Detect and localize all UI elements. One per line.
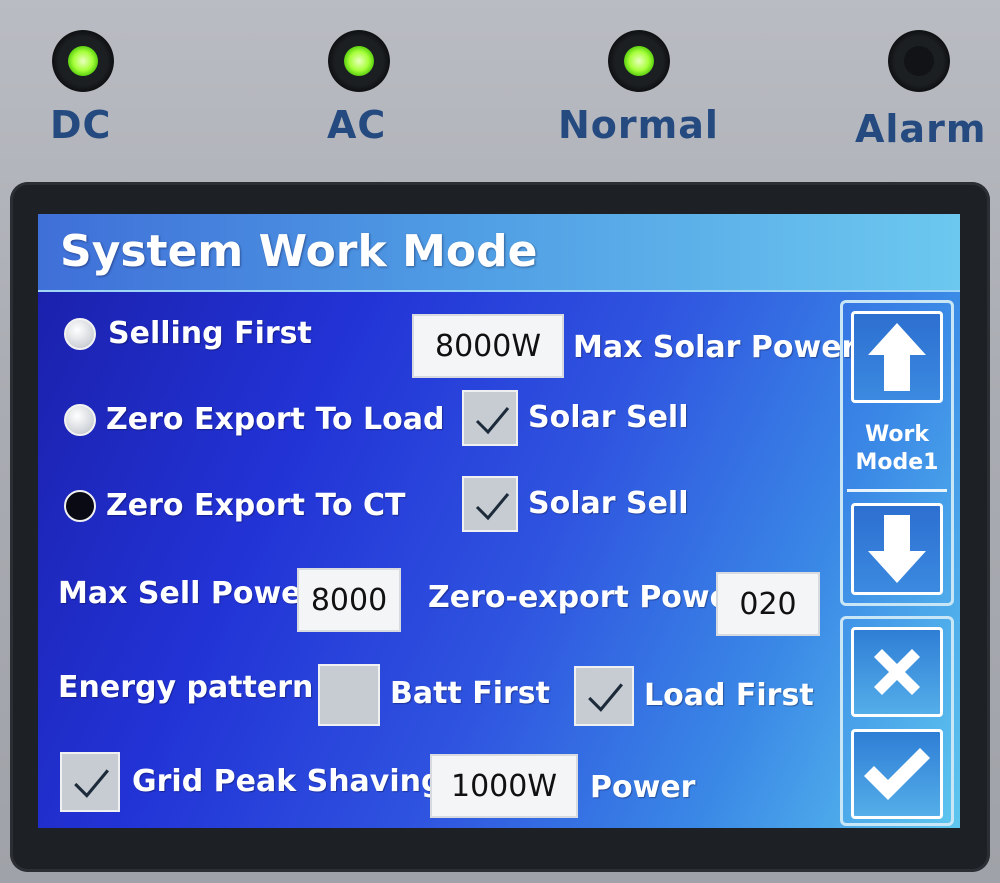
work-mode-down-button[interactable]: [851, 503, 943, 595]
check-icon: [588, 683, 624, 712]
solar-sell-load-checkbox[interactable]: [462, 390, 518, 446]
check-icon: [475, 407, 510, 435]
solar-sell-ct-checkbox[interactable]: [462, 476, 518, 532]
led-glow-icon: [904, 46, 934, 76]
touch-screen: System Work Mode Selling First 8000W Max…: [38, 214, 960, 828]
work-mode-line2: Mode1: [855, 450, 939, 475]
normal-led: [608, 30, 670, 92]
action-button-group: [840, 616, 954, 826]
zero-export-ct-label: Zero Export To CT: [106, 488, 406, 523]
confirm-button[interactable]: [851, 729, 943, 819]
solar-sell-ct-label: Solar Sell: [528, 486, 689, 521]
zero-export-load-label: Zero Export To Load: [106, 402, 445, 437]
page-title: System Work Mode: [60, 226, 538, 277]
max-sell-power-field[interactable]: 8000: [297, 568, 401, 632]
work-mode-line1: Work: [864, 422, 930, 447]
zero-export-power-field[interactable]: 020: [716, 572, 820, 636]
work-mode-nav-group: Work Mode1: [840, 300, 954, 606]
grid-peak-shaving-label: Grid Peak Shaving: [132, 764, 443, 799]
alarm-led: [888, 30, 950, 92]
ac-label: AC: [327, 103, 387, 147]
dc-label: DC: [50, 103, 112, 147]
arrow-up-icon: [868, 323, 926, 391]
grid-peak-shaving-checkbox[interactable]: [60, 752, 120, 812]
work-mode-label: Work Mode1: [843, 421, 951, 477]
led-glow-icon: [624, 46, 654, 76]
check-icon: [475, 493, 510, 521]
cancel-button[interactable]: [851, 627, 943, 717]
zero-export-load-radio[interactable]: [64, 404, 96, 436]
work-mode-up-button[interactable]: [851, 311, 943, 403]
max-solar-power-field[interactable]: 8000W: [412, 314, 564, 378]
zero-export-power-label: Zero-export Power: [428, 580, 745, 615]
solar-sell-load-label: Solar Sell: [528, 400, 689, 435]
check-icon: [864, 748, 930, 800]
check-icon: [74, 769, 110, 798]
grid-peak-shaving-power-field[interactable]: 1000W: [430, 754, 578, 818]
ac-led: [328, 30, 390, 92]
title-bar: System Work Mode: [38, 214, 960, 292]
alarm-label: Alarm: [855, 107, 987, 151]
normal-label: Normal: [558, 103, 719, 147]
max-solar-power-label: Max Solar Power: [573, 330, 857, 365]
selling-first-label: Selling First: [108, 316, 312, 351]
led-glow-icon: [68, 46, 98, 76]
led-glow-icon: [344, 46, 374, 76]
grid-peak-shaving-power-label: Power: [590, 770, 696, 805]
selling-first-radio[interactable]: [64, 318, 96, 350]
load-first-checkbox[interactable]: [574, 666, 634, 726]
max-sell-power-label: Max Sell Power: [58, 576, 317, 611]
work-mode-divider: [847, 489, 947, 492]
dc-led: [52, 30, 114, 92]
load-first-label: Load First: [644, 678, 814, 713]
arrow-down-icon: [868, 515, 926, 583]
batt-first-checkbox[interactable]: [318, 664, 380, 726]
energy-pattern-label: Energy pattern: [58, 670, 314, 705]
x-icon: [874, 649, 920, 695]
zero-export-ct-radio[interactable]: [64, 490, 96, 522]
batt-first-label: Batt First: [390, 676, 551, 711]
